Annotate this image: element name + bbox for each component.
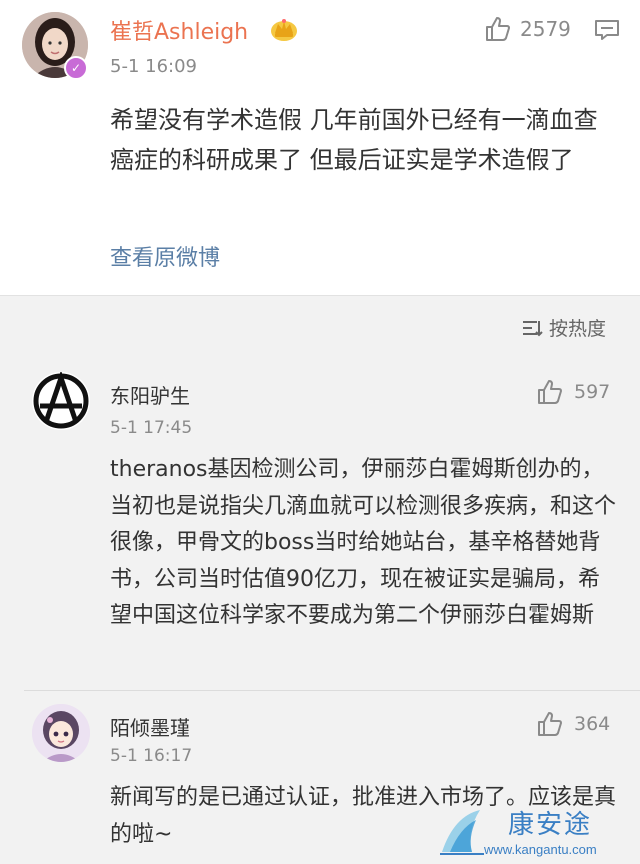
verified-badge-icon: ✓ (64, 56, 88, 80)
comment-time: 5-1 16:09 (110, 56, 197, 77)
sort-label: 按热度 (548, 318, 606, 340)
crown-icon (271, 19, 297, 41)
comment-content: theranos基因检测公司，伊丽莎白霍姆斯创办的，当初也是说指尖几滴血就可以检… (110, 457, 617, 628)
sort-by-hot-button[interactable]: 按热度 (521, 314, 606, 341)
comment-content: 希望没有学术造假 几年前国外已经有一滴血查癌症的科研成果了 但最后证实是学术造假… (110, 106, 598, 174)
sail-logo-icon (440, 810, 484, 855)
like-count: 2579 (520, 17, 571, 41)
like-count: 597 (574, 381, 611, 403)
username[interactable]: 东阳驴生 (110, 380, 190, 409)
like-button[interactable]: 364 (536, 710, 610, 738)
cartoon-girl-icon (32, 704, 90, 762)
comment-time: 5-1 16:17 (110, 746, 193, 766)
like-button[interactable]: 2579 (484, 14, 571, 44)
username[interactable]: 陌倾墨瑾 (110, 712, 190, 741)
watermark: 康安途 www.kangantu.com (436, 800, 640, 864)
reply-item: 东阳驴生 5-1 17:45 597 theranos基因检测公司，伊丽莎白霍姆… (0, 362, 640, 682)
thumbs-up-icon (538, 380, 562, 404)
avatar[interactable] (32, 372, 90, 430)
comment-icon[interactable] (594, 18, 620, 42)
divider (24, 690, 640, 691)
watermark-text: 康安途 (508, 810, 593, 840)
thumbs-up-icon (538, 712, 562, 736)
thumbs-up-icon (486, 17, 510, 41)
anarchy-symbol-icon (32, 372, 90, 430)
like-count: 364 (574, 713, 611, 735)
like-button[interactable]: 597 (536, 378, 610, 406)
sort-icon (522, 320, 543, 336)
username[interactable]: 崔哲Ashleigh (110, 14, 248, 46)
comment-time: 5-1 17:45 (110, 418, 193, 438)
watermark-url: www.kangantu.com (484, 842, 597, 857)
view-original-link[interactable]: 查看原微博 (110, 240, 220, 272)
main-comment-card: ✓ 崔哲Ashleigh 5-1 16:09 2579 希望没有学术造假 几年前… (0, 0, 640, 296)
avatar[interactable] (32, 704, 90, 762)
